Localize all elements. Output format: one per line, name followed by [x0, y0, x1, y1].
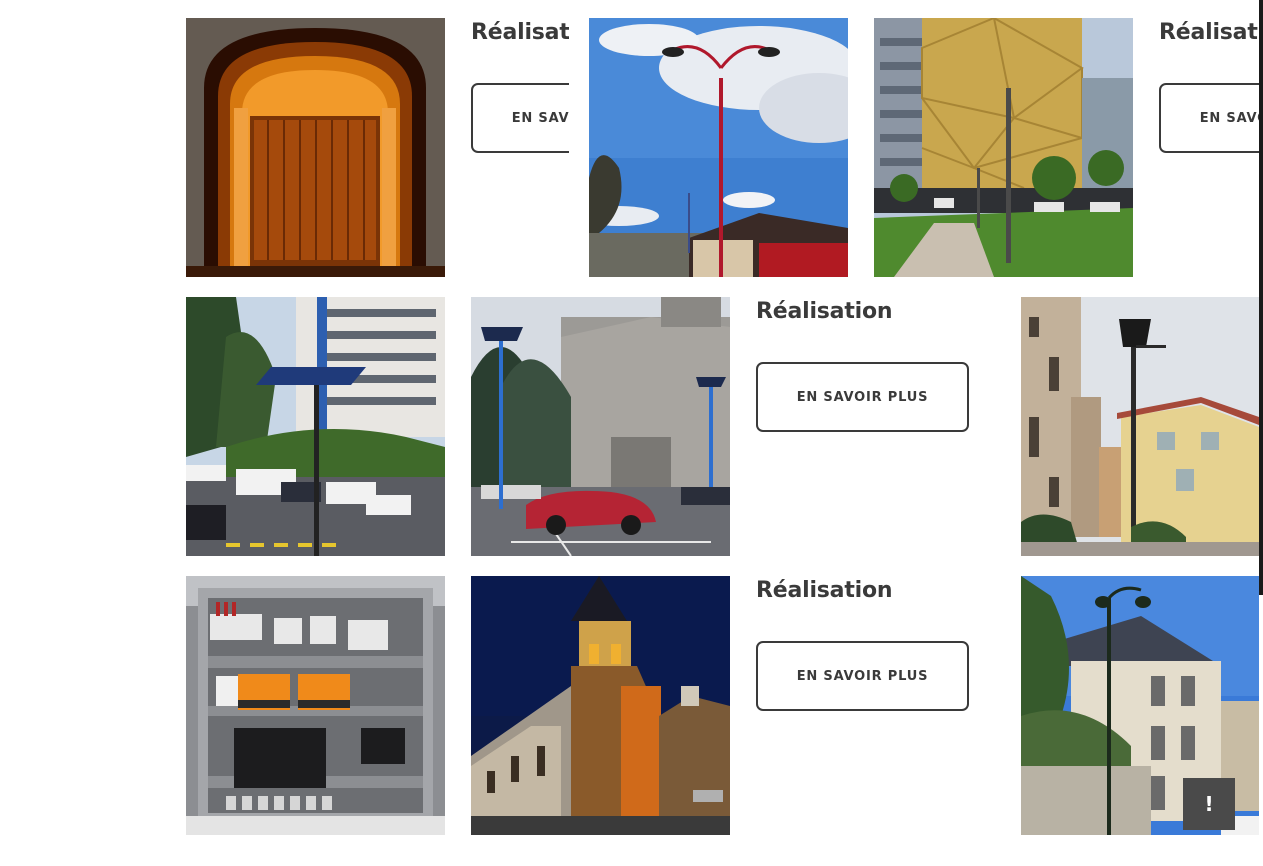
photo-electrical-cabinet[interactable]	[186, 576, 445, 835]
realisation-card-2: Réalisation EN SAVOIR PLUS	[1159, 18, 1259, 277]
realisation-card-4: Réalisation EN SAVOIR PLUS	[756, 576, 1015, 835]
photo-red-streetlamp-sky[interactable]	[589, 18, 848, 277]
photo-solar-lamp-parking-lot[interactable]	[186, 297, 445, 556]
photo-silo-blue-lamps[interactable]	[471, 297, 730, 556]
realisations-gallery: Réalisation EN SAVOIR PLUS	[0, 0, 1263, 866]
realisation-card-3: Réalisation EN SAVOIR PLUS	[756, 297, 1015, 556]
realisation-title: Réalisation	[756, 299, 893, 324]
en-savoir-plus-button[interactable]: EN SAVOIR PLUS	[471, 83, 569, 153]
exclamation-icon: !	[1204, 792, 1214, 816]
realisation-title: Réalisation	[756, 578, 893, 603]
photo-solar-lamp-village-street[interactable]	[1021, 297, 1259, 556]
realisation-title: Réalisation	[471, 20, 569, 45]
photo-church-night-lighting[interactable]	[471, 576, 730, 835]
realisation-card-1: Réalisation EN SAVOIR PLUS	[471, 18, 569, 277]
page-scrollbar[interactable]	[1259, 0, 1263, 595]
feedback-button[interactable]: !	[1183, 778, 1235, 830]
photo-illuminated-church-door[interactable]	[186, 18, 445, 277]
en-savoir-plus-button[interactable]: EN SAVOIR PLUS	[756, 362, 969, 432]
en-savoir-plus-button[interactable]: EN SAVOIR PLUS	[1159, 83, 1259, 153]
realisation-title: Réalisation	[1159, 20, 1259, 45]
photo-golden-facade-building[interactable]	[874, 18, 1133, 277]
en-savoir-plus-button[interactable]: EN SAVOIR PLUS	[756, 641, 969, 711]
